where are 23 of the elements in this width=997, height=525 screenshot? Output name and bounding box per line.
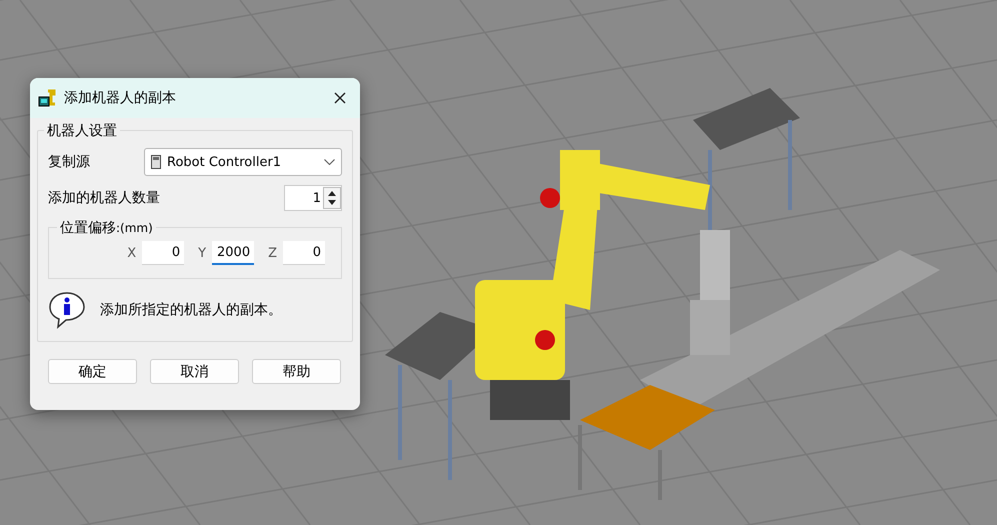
count-spinner[interactable]: 1 (284, 185, 342, 211)
controller-icon (151, 155, 161, 169)
axis-label: Y (198, 246, 206, 260)
info-icon (48, 291, 86, 329)
offset-title: 位置偏移:(mm) (57, 219, 156, 237)
robot-app-icon (38, 88, 58, 108)
dialog-button[interactable]: 帮助 (252, 359, 341, 384)
source-dropdown[interactable]: Robot Controller1 (144, 148, 342, 176)
chevron-icon (324, 159, 335, 165)
offset-input[interactable]: 0 (283, 241, 325, 265)
info-message: 添加所指定的机器人的副本。 (100, 301, 282, 319)
close-icon (334, 92, 346, 104)
count-label: 添加的机器人数量 (48, 189, 160, 207)
source-label: 复制源 (48, 153, 90, 171)
dialog-title: 添加机器人的副本 (64, 89, 177, 107)
axis-label: Z (268, 246, 277, 260)
offset-input[interactable]: 2000 (212, 241, 254, 265)
spin-arrows-icon (323, 187, 341, 209)
dialog-button[interactable]: 确定 (48, 359, 137, 384)
group-title: 机器人设置 (44, 122, 120, 140)
dialog-button[interactable]: 取消 (150, 359, 239, 384)
axis-label: X (127, 246, 136, 260)
offset-input[interactable]: 0 (142, 241, 184, 265)
